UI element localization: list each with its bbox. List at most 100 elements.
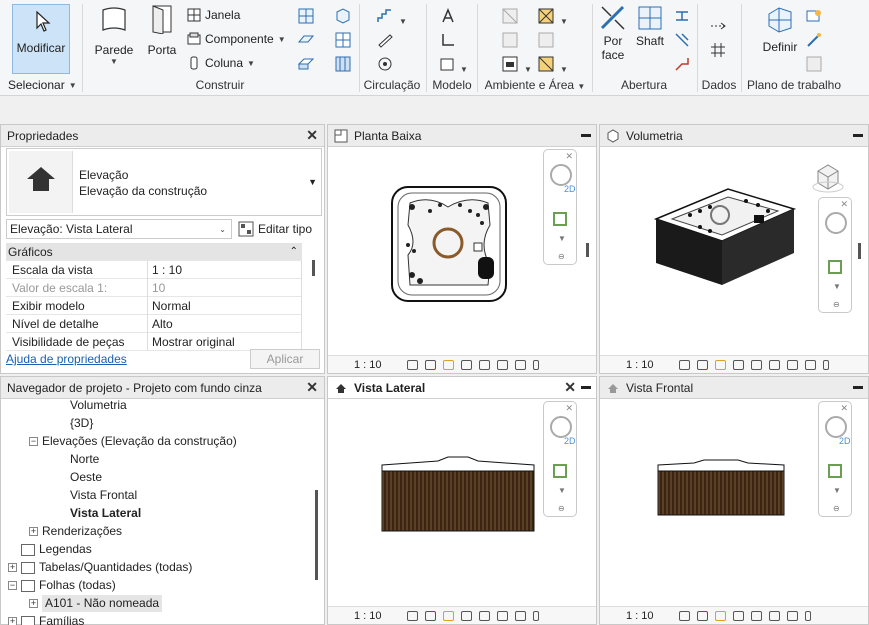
tree-item-elevacoes[interactable]: − Elevações (Elevação da construção) — [29, 433, 237, 450]
group-header-graficos[interactable]: Gráficos ⌃ — [6, 243, 302, 261]
componente-button[interactable]: Componente ▼ — [187, 32, 286, 46]
temporary-hide-icon[interactable] — [514, 610, 526, 621]
ramp-button[interactable] — [377, 32, 393, 51]
hot-tub-front-elevation[interactable] — [654, 459, 788, 519]
edit-type-button[interactable]: Editar tipo — [238, 219, 312, 239]
visual-style-icon[interactable] — [424, 359, 436, 370]
property-value[interactable]: 1 : 10 — [148, 260, 302, 279]
reveal-hidden-icon[interactable] — [804, 610, 811, 621]
floor-button[interactable] — [297, 32, 315, 51]
lock-3d-icon[interactable] — [804, 359, 816, 370]
ceiling-button[interactable] — [297, 56, 315, 75]
temporary-hide-icon[interactable] — [822, 359, 829, 370]
shadows-icon[interactable] — [460, 359, 472, 370]
navigation-bar[interactable]: ✕ 2D ▼ ⊖ — [818, 401, 852, 517]
area-button[interactable]: ▼ — [538, 8, 568, 27]
viewer-button[interactable] — [806, 56, 822, 75]
close-icon[interactable]: ✕ — [565, 151, 573, 162]
shaft-button[interactable]: Shaft — [634, 4, 666, 48]
view-tab[interactable]: Volumetria — [600, 125, 868, 147]
reveal-hidden-icon[interactable] — [532, 359, 539, 370]
area-boundary-button[interactable] — [538, 32, 554, 51]
vertical-opening-button[interactable] — [674, 32, 690, 51]
steering-wheel-icon[interactable] — [550, 416, 572, 438]
porta-button[interactable]: Porta — [146, 4, 178, 57]
view-menu-icon[interactable]: ▬ — [853, 381, 863, 392]
hot-tub-side-elevation[interactable] — [378, 455, 538, 535]
room-separator-button[interactable] — [502, 32, 518, 51]
hot-tub-plan-drawing[interactable] — [390, 185, 510, 305]
curtain-system-button[interactable] — [335, 8, 351, 27]
grid-button[interactable] — [710, 42, 726, 61]
render-icon[interactable] — [750, 359, 762, 370]
properties-scrollbar[interactable] — [312, 260, 315, 276]
viewcube-icon[interactable] — [810, 161, 846, 195]
tree-item-oeste[interactable]: Oeste — [70, 469, 102, 486]
expand-icon[interactable]: + — [29, 527, 38, 536]
curtain-grid-button[interactable] — [335, 32, 351, 51]
tree-item-tabelas[interactable]: + Tabelas/Quantidades (todas) — [8, 559, 192, 576]
zoom-icon[interactable] — [553, 212, 567, 226]
sun-path-icon[interactable] — [442, 359, 454, 370]
detail-level-icon[interactable] — [406, 610, 418, 621]
zoom-icon[interactable] — [553, 464, 567, 478]
ref-plane-button[interactable] — [806, 32, 822, 51]
instance-filter-select[interactable]: Elevação: Vista Lateral ⌄ — [6, 219, 232, 239]
ambiente-group-label[interactable]: Ambiente e Área ▼ — [480, 78, 590, 92]
roof-button[interactable] — [298, 8, 314, 27]
property-value[interactable]: Mostrar original — [148, 332, 302, 351]
detail-level-icon[interactable] — [406, 359, 418, 370]
tree-item-3d[interactable]: {3D} — [70, 415, 93, 432]
tree-item-volumetria[interactable]: Volumetria — [70, 397, 127, 414]
browser-scrollbar[interactable] — [315, 490, 318, 580]
detail-level-icon[interactable] — [678, 610, 690, 621]
tree-item-vista-frontal[interactable]: Vista Frontal — [70, 487, 137, 504]
modificar-button[interactable]: Modificar — [12, 4, 70, 74]
dormer-opening-button[interactable] — [674, 56, 690, 75]
temporary-hide-icon[interactable] — [786, 610, 798, 621]
parede-button[interactable]: Parede ▼ — [94, 4, 134, 66]
expand-icon[interactable]: + — [8, 563, 17, 572]
collapse-icon[interactable]: − — [29, 437, 38, 446]
view-scale[interactable]: 1 : 10 — [626, 610, 654, 622]
tree-item-renderizacoes[interactable]: + Renderizações — [29, 523, 122, 540]
close-icon[interactable]: ✕ — [306, 127, 318, 144]
view-scale[interactable]: 1 : 10 — [354, 610, 382, 622]
tree-item-familias[interactable]: + Famílias — [8, 613, 84, 625]
steering-wheel-icon[interactable] — [550, 164, 572, 186]
visual-style-icon[interactable] — [424, 610, 436, 621]
apply-button[interactable]: Aplicar — [250, 349, 320, 369]
mullion-button[interactable] — [335, 56, 351, 75]
crop-view-icon[interactable] — [478, 359, 490, 370]
crop-view-icon[interactable] — [750, 610, 762, 621]
janela-button[interactable]: Janela — [187, 8, 240, 22]
selecionar-dropdown[interactable]: Selecionar ▼ — [8, 78, 77, 92]
view-scale[interactable]: 1 : 10 — [626, 359, 654, 371]
steering-wheel-icon[interactable] — [825, 416, 847, 438]
view-tab[interactable]: Planta Baixa — [328, 125, 596, 147]
navigation-bar[interactable]: ✕ 2D ▼ ⊖ — [543, 149, 577, 265]
property-row[interactable]: Nível de detalhe Alto — [6, 314, 302, 333]
area-tag-button[interactable]: ▼ — [538, 56, 568, 75]
temporary-hide-icon[interactable] — [514, 359, 526, 370]
close-icon[interactable]: ✕ — [840, 403, 848, 414]
coluna-button[interactable]: Coluna ▼ — [187, 56, 255, 70]
zoom-icon[interactable] — [828, 260, 842, 274]
tree-item-legendas[interactable]: Legendas — [8, 541, 92, 558]
hot-tub-3d-drawing[interactable] — [650, 181, 800, 291]
shadows-icon[interactable] — [732, 359, 744, 370]
close-icon[interactable]: ✕ — [306, 379, 318, 396]
view-menu-icon[interactable]: ▬ — [581, 129, 591, 140]
close-icon[interactable]: ✕ — [565, 403, 573, 414]
stair-button[interactable]: ▼ — [377, 8, 407, 27]
sun-path-icon[interactable] — [714, 610, 726, 621]
properties-help-link[interactable]: Ajuda de propriedades — [6, 352, 127, 366]
visual-style-icon[interactable] — [696, 610, 708, 621]
room-button[interactable] — [502, 8, 518, 27]
view-menu-icon[interactable]: ▬ — [853, 129, 863, 140]
show-crop-icon[interactable] — [496, 359, 508, 370]
collapse-icon[interactable]: − — [8, 581, 17, 590]
crop-view-icon[interactable] — [768, 359, 780, 370]
por-face-button[interactable]: Por face — [597, 4, 629, 62]
view-tab-active[interactable]: Vista Lateral ✕ — [328, 377, 596, 399]
